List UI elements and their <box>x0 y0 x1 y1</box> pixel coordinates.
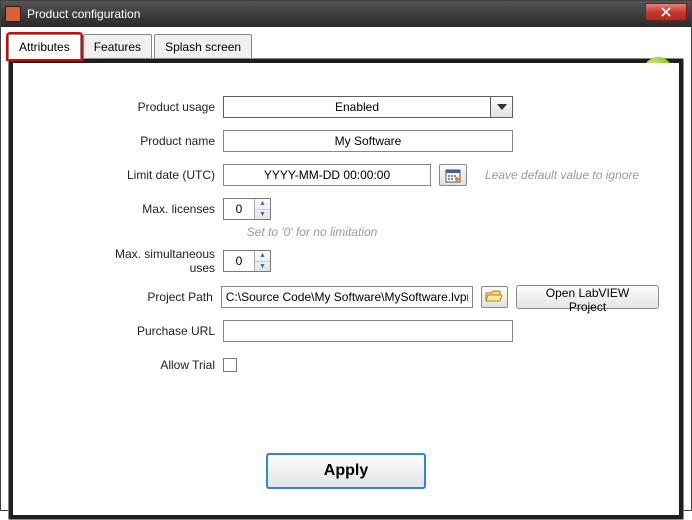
product-usage-label: Product usage <box>113 100 223 114</box>
product-usage-select[interactable]: Enabled <box>223 96 513 118</box>
spin-up-icon[interactable]: ▲ <box>255 251 270 262</box>
product-name-input[interactable] <box>223 130 513 152</box>
max-simul-stepper[interactable]: ▲▼ <box>223 250 271 272</box>
panel: ? Product usage Enabled Produc <box>8 58 684 520</box>
limit-date-hint: Leave default value to ignore <box>485 168 639 182</box>
close-icon <box>661 7 671 17</box>
max-simul-label: Max. simultaneous uses <box>93 247 223 275</box>
tab-splash-screen[interactable]: Splash screen <box>154 34 252 59</box>
folder-icon <box>485 290 503 304</box>
max-simul-value[interactable] <box>224 251 254 271</box>
max-licenses-label: Max. licenses <box>113 202 223 216</box>
attributes-form: Product usage Enabled Product name <box>113 95 659 387</box>
spin-down-icon[interactable]: ▼ <box>255 262 270 272</box>
tab-attributes[interactable]: Attributes <box>8 34 81 59</box>
browse-folder-button[interactable] <box>481 286 508 308</box>
allow-trial-label: Allow Trial <box>113 358 223 372</box>
calendar-icon <box>445 167 461 183</box>
title-bar: Product configuration <box>1 1 691 27</box>
limit-date-input[interactable] <box>223 164 431 186</box>
chevron-down-icon <box>490 97 512 117</box>
tab-bar: Attributes Features Splash screen <box>8 34 684 59</box>
open-labview-project-button[interactable]: Open LabVIEW Project <box>516 285 659 309</box>
purchase-url-input[interactable] <box>223 320 513 342</box>
window-title: Product configuration <box>27 7 140 21</box>
spin-up-icon[interactable]: ▲ <box>255 199 270 210</box>
close-button[interactable] <box>645 3 687 21</box>
project-path-input[interactable] <box>221 286 473 308</box>
max-licenses-hint: Set to '0' for no limitation <box>247 225 378 239</box>
max-licenses-value[interactable] <box>224 199 254 219</box>
max-licenses-stepper[interactable]: ▲▼ <box>223 198 271 220</box>
tab-features[interactable]: Features <box>83 34 152 59</box>
apply-button[interactable]: Apply <box>266 453 426 489</box>
purchase-url-label: Purchase URL <box>113 324 223 338</box>
product-name-label: Product name <box>113 134 223 148</box>
limit-date-label: Limit date (UTC) <box>113 168 223 182</box>
app-icon <box>5 6 21 22</box>
calendar-button[interactable] <box>439 164 467 186</box>
spin-down-icon[interactable]: ▼ <box>255 210 270 220</box>
allow-trial-checkbox[interactable] <box>223 358 237 372</box>
project-path-label: Project Path <box>113 290 221 304</box>
